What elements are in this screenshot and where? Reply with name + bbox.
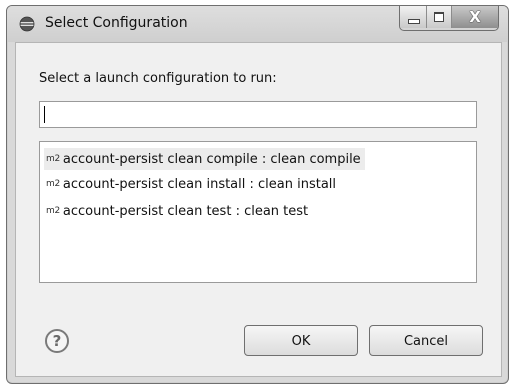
cancel-button[interactable]: Cancel xyxy=(369,325,483,356)
list-item-label: account-persist clean test : clean test xyxy=(62,203,309,219)
list-item[interactable]: m2 account-persist clean test : clean te… xyxy=(44,200,312,222)
text-caret xyxy=(44,106,45,123)
m2-icon: m2 xyxy=(46,206,60,216)
filter-input[interactable] xyxy=(39,101,477,128)
list-item-label: account-persist clean compile : clean co… xyxy=(62,151,361,167)
minimize-button[interactable] xyxy=(400,6,427,28)
help-icon: ? xyxy=(52,332,62,350)
eclipse-icon xyxy=(19,16,35,32)
configuration-list[interactable]: m2 account-persist clean compile : clean… xyxy=(39,141,477,283)
ok-button[interactable]: OK xyxy=(244,325,358,356)
list-item[interactable]: m2 account-persist clean compile : clean… xyxy=(44,148,365,170)
prompt-label: Select a launch configuration to run: xyxy=(39,71,277,86)
m2-icon: m2 xyxy=(46,179,60,189)
maximize-icon xyxy=(434,12,444,22)
title-bar[interactable]: Select Configuration X xyxy=(7,6,508,42)
help-button[interactable]: ? xyxy=(45,329,69,353)
m2-icon: m2 xyxy=(46,154,60,164)
select-configuration-dialog: Select Configuration X Select a launch c… xyxy=(6,5,509,384)
window-title: Select Configuration xyxy=(45,15,188,31)
dialog-body: Select a launch configuration to run: m2… xyxy=(15,42,502,377)
close-button[interactable]: X xyxy=(452,6,498,28)
maximize-button[interactable] xyxy=(427,6,452,28)
window-controls: X xyxy=(399,6,499,31)
close-icon: X xyxy=(469,8,481,26)
list-item[interactable]: m2 account-persist clean install : clean… xyxy=(44,173,340,195)
list-item-label: account-persist clean install : clean in… xyxy=(62,176,337,192)
minimize-icon xyxy=(408,19,420,24)
